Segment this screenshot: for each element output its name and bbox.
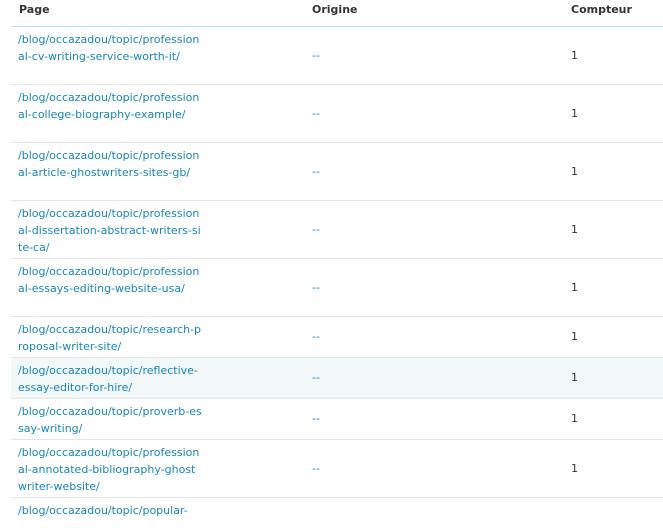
origin-cell: -- <box>312 330 320 343</box>
referrer-table: Page Origine Compteur /blog/occazadou/to… <box>11 0 663 528</box>
table-row: /blog/occazadou/topic/research-proposal-… <box>11 317 663 358</box>
page-cell: /blog/occazadou/topic/professional-disse… <box>18 205 202 256</box>
page-cell: /blog/occazadou/topic/proverb-essay-writ… <box>18 403 202 437</box>
count-cell: 1 <box>571 280 578 294</box>
count-cell: 1 <box>571 48 578 62</box>
page-link[interactable]: /blog/occazadou/topic/research-proposal-… <box>18 323 201 353</box>
origin-cell: -- <box>312 412 320 425</box>
page-cell: /blog/occazadou/topic/professional-cv-wr… <box>18 31 202 65</box>
origin-cell: -- <box>312 164 320 178</box>
table-row: /blog/occazadou/topic/proverb-essay-writ… <box>11 399 663 440</box>
page-cell: /blog/occazadou/topic/professional-annot… <box>18 444 202 495</box>
page-cell: /blog/occazadou/topic/popular- <box>18 502 202 519</box>
table-row: /blog/occazadou/topic/professional-artic… <box>11 143 663 201</box>
table-row: /blog/occazadou/topic/professional-cv-wr… <box>11 27 663 85</box>
page-link[interactable]: /blog/occazadou/topic/professional-cv-wr… <box>18 33 199 63</box>
origin-cell: -- <box>312 106 320 120</box>
table-row: /blog/occazadou/topic/professional-essay… <box>11 259 663 317</box>
page-cell: /blog/occazadou/topic/professional-essay… <box>18 263 202 297</box>
page-cell: /blog/occazadou/topic/research-proposal-… <box>18 321 202 355</box>
origin-cell: -- <box>312 280 320 294</box>
count-cell: 1 <box>571 371 578 384</box>
page-link[interactable]: /blog/occazadou/topic/professional-annot… <box>18 446 199 493</box>
origin-cell: -- <box>312 222 320 236</box>
page-link[interactable]: /blog/occazadou/topic/professional-disse… <box>18 207 201 254</box>
page-cell: /blog/occazadou/topic/professional-colle… <box>18 89 202 123</box>
table-row: /blog/occazadou/topic/popular- <box>11 498 663 528</box>
column-header-count[interactable]: Compteur <box>571 3 632 17</box>
count-cell: 1 <box>571 330 578 343</box>
count-cell: 1 <box>571 222 578 236</box>
origin-cell: -- <box>312 371 320 384</box>
page-link[interactable]: /blog/occazadou/topic/professional-essay… <box>18 265 199 295</box>
table-row: /blog/occazadou/topic/professional-colle… <box>11 85 663 143</box>
page-link[interactable]: /blog/occazadou/topic/reflective-essay-e… <box>18 364 198 394</box>
count-cell: 1 <box>571 164 578 178</box>
table-row-hovered: /blog/occazadou/topic/reflective-essay-e… <box>11 358 663 399</box>
origin-cell: -- <box>312 48 320 62</box>
page-link[interactable]: /blog/occazadou/topic/professional-artic… <box>18 149 199 179</box>
count-cell: 1 <box>571 106 578 120</box>
column-header-page[interactable]: Page <box>19 3 50 17</box>
page-link[interactable]: /blog/occazadou/topic/proverb-essay-writ… <box>18 405 202 435</box>
table-row: /blog/occazadou/topic/professional-annot… <box>11 440 663 498</box>
table-header: Page Origine Compteur <box>11 0 663 27</box>
page-link[interactable]: /blog/occazadou/topic/popular- <box>18 504 188 517</box>
column-header-origin[interactable]: Origine <box>312 3 357 17</box>
page-cell: /blog/occazadou/topic/reflective-essay-e… <box>18 362 202 396</box>
page-link[interactable]: /blog/occazadou/topic/professional-colle… <box>18 91 199 121</box>
count-cell: 1 <box>571 461 578 475</box>
page-cell: /blog/occazadou/topic/professional-artic… <box>18 147 202 181</box>
count-cell: 1 <box>571 412 578 425</box>
table-row: /blog/occazadou/topic/professional-disse… <box>11 201 663 259</box>
origin-cell: -- <box>312 461 320 475</box>
